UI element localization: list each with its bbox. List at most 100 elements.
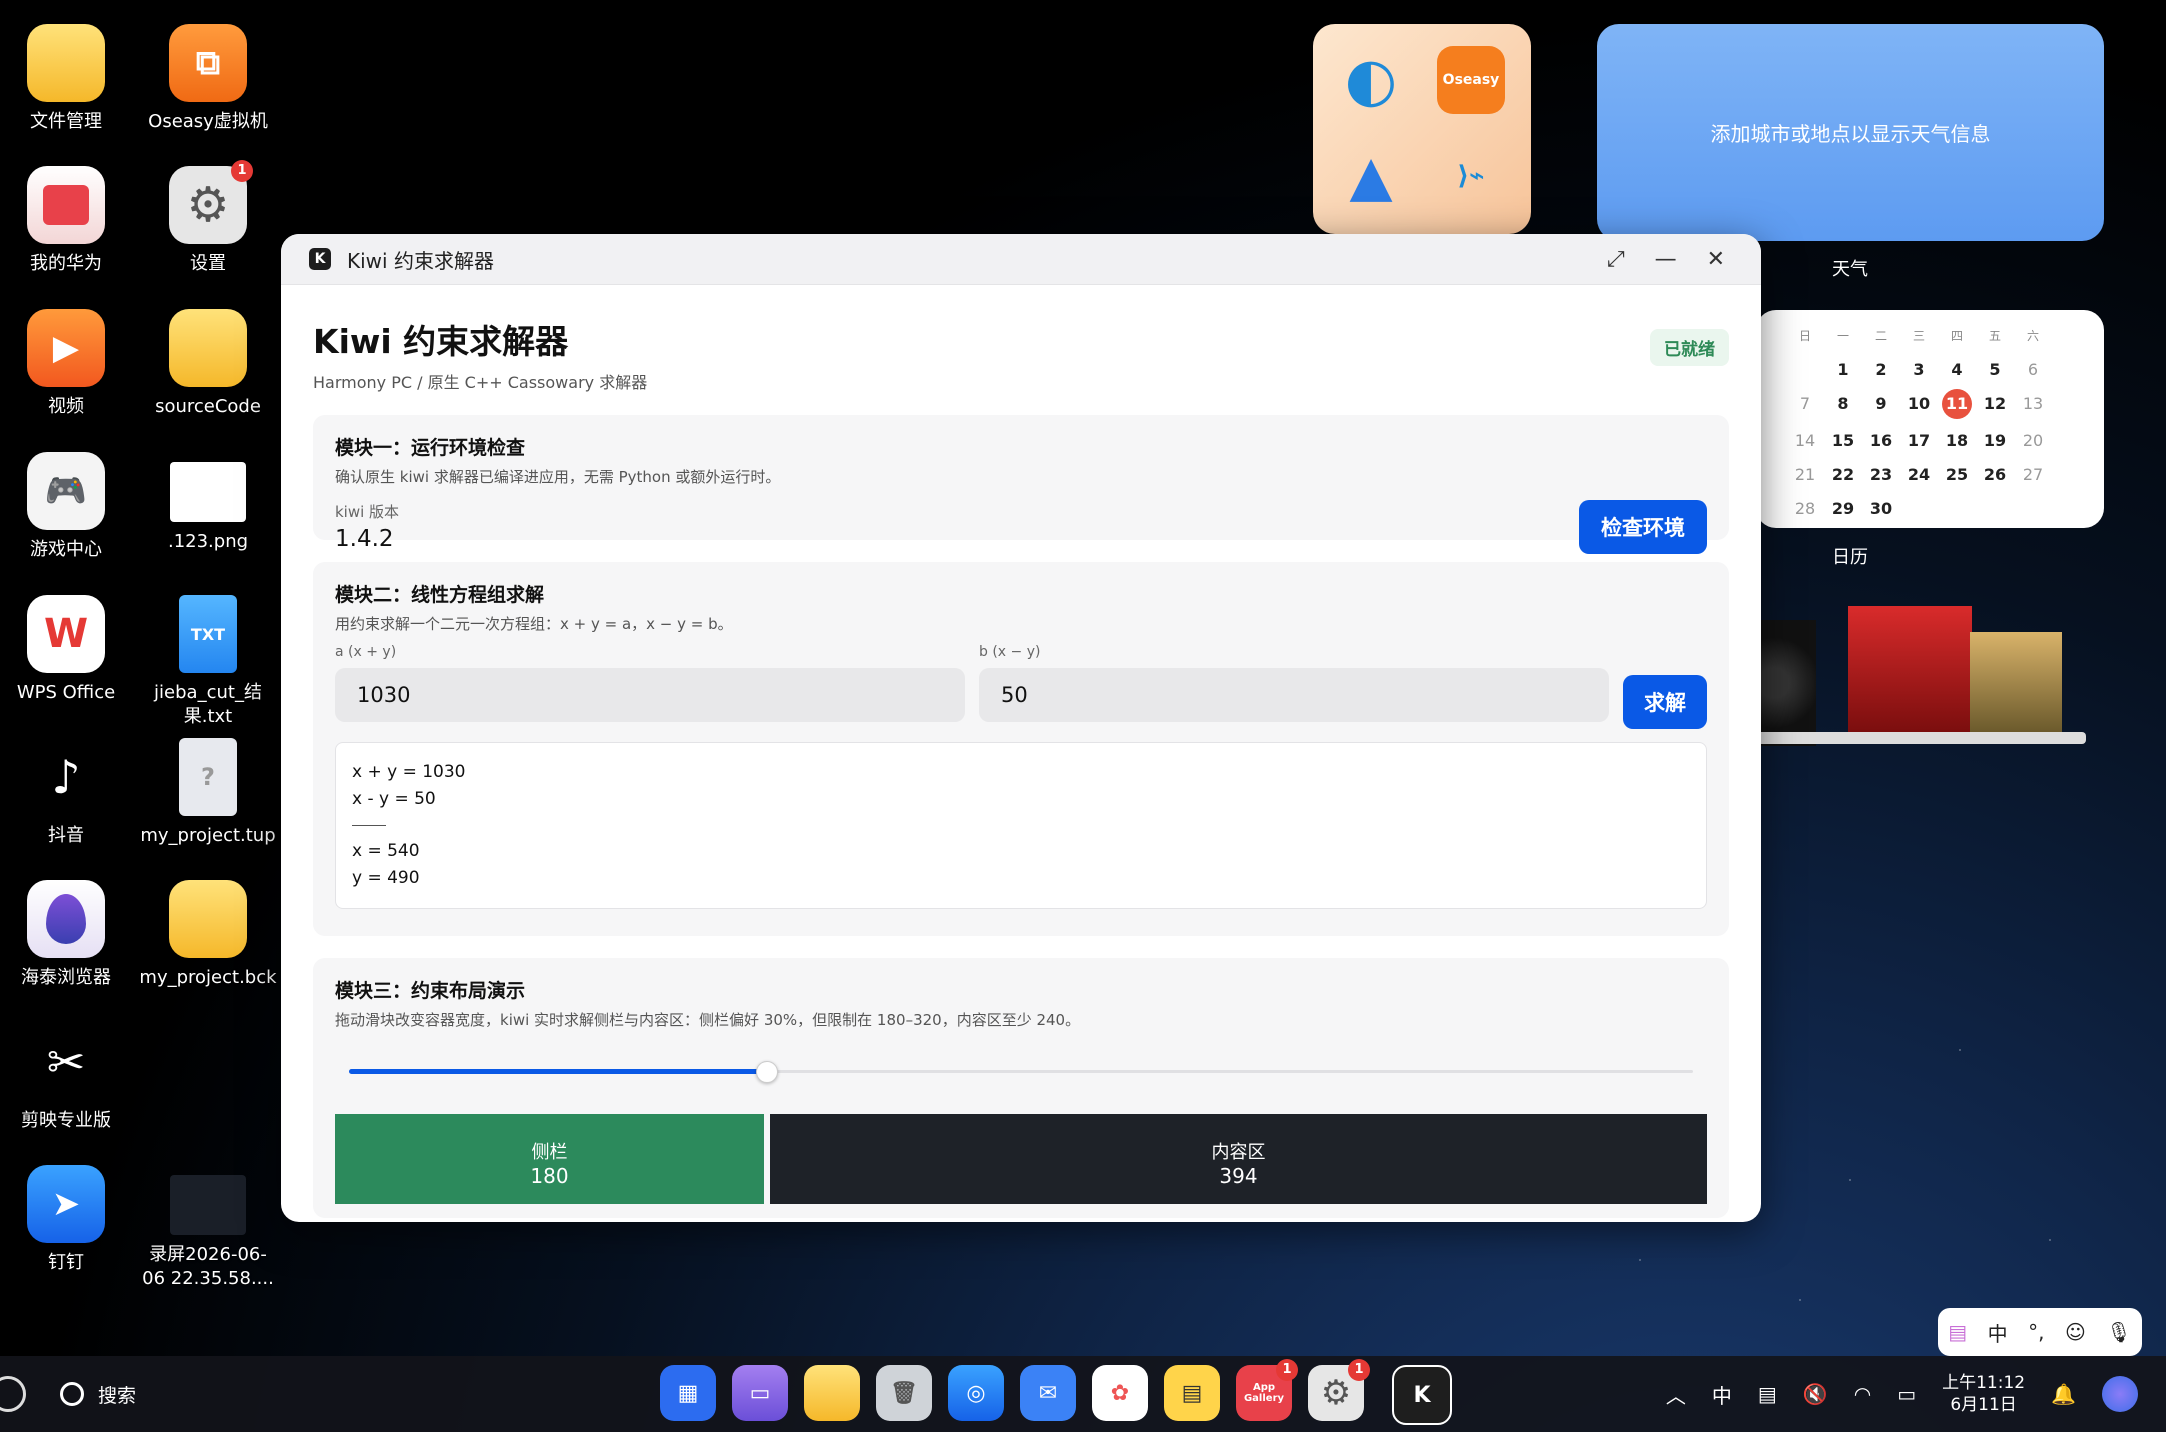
calendar-day[interactable]: 5 [1976,358,2014,382]
dock-kiwi-app[interactable]: K [1392,1365,1452,1425]
tray-ime-indicator[interactable]: 中 [1712,1380,1732,1409]
calendar-day[interactable]: 2 [1862,358,1900,382]
calendar-day[interactable]: 20 [2014,429,2052,453]
close-icon[interactable]: ✕ [1707,247,1725,272]
dock-mail[interactable]: ✉ [1020,1365,1076,1421]
calendar-day[interactable]: 7 [1786,392,1824,416]
calendar-day[interactable]: 13 [2014,392,2052,416]
calendar-day[interactable]: 9 [1862,392,1900,416]
minimize-icon[interactable]: — [1655,247,1677,272]
calendar-day[interactable]: 4 [1938,358,1976,382]
start-button[interactable] [0,1376,26,1412]
calendar-day[interactable]: 1 [1824,358,1862,382]
notification-bell-icon[interactable]: 🔔 [2051,1382,2076,1406]
triangle-app-icon[interactable]: ▲ [1337,142,1405,210]
calendar-day[interactable]: 12 [1976,392,2014,416]
album-cover-2[interactable] [1970,632,2062,732]
desktop-icon-game-center[interactable]: 🎮 游戏中心 [0,452,136,562]
calendar-day[interactable]: 16 [1862,429,1900,453]
calendar-day[interactable]: 3 [1900,358,1938,382]
calendar-day[interactable]: 22 [1824,463,1862,487]
a-input-field[interactable]: 1030 [335,668,965,722]
vscode-wechat-icon[interactable]: ⟩⌁ [1437,142,1505,210]
taskbar-search[interactable]: 搜索 [60,1381,136,1408]
desktop-icon-oseasy-vm[interactable]: ⧉ Oseasy虚拟机 [138,24,278,134]
dock-trash[interactable]: 🗑 [876,1365,932,1421]
calendar-day[interactable]: 10 [1900,392,1938,416]
dock-gallery[interactable]: ✿ [1092,1365,1148,1421]
dock-settings[interactable]: ⚙ 1 [1308,1359,1370,1421]
music-widget[interactable] [1756,606,2086,782]
desktop-icon-my-project-bck[interactable]: my_project.bck [138,880,278,990]
calendar-day[interactable]: 18 [1938,429,1976,453]
calendar-day[interactable]: 30 [1862,497,1900,521]
desktop-icon-wps-office[interactable]: W WPS Office [0,595,136,705]
calendar-day[interactable]: 29 [1824,497,1862,521]
chevron-up-icon[interactable]: ︿ [1666,1380,1686,1409]
desktop-icon-video[interactable]: ▶ 视频 [0,309,136,419]
oseasy-app-icon[interactable]: Oseasy [1437,46,1505,114]
ime-clipboard-icon[interactable]: ▤ [1948,1320,1967,1344]
desktop-icon-haitai-browser[interactable]: 海泰浏览器 [0,880,136,990]
calendar-widget[interactable]: 日一二三四五六 1 2 3 4 5 6 7 8 9 10 11 12 13 14 15 16 17 18 19 20 21… [1756,310,2104,528]
solution-y: y = 490 [352,868,420,888]
dock-multitask[interactable]: ▭ [732,1365,788,1421]
calendar-day[interactable]: 11 [1942,389,1972,419]
calendar-day[interactable]: 26 [1976,463,2014,487]
desktop-icon-douyin[interactable]: ♪ 抖音 [0,738,136,848]
calendar-day[interactable]: 24 [1900,463,1938,487]
calendar-day[interactable]: 23 [1862,463,1900,487]
ime-chinese-toggle[interactable]: 中 [1988,1318,2008,1347]
calendar-day[interactable]: 6 [2014,358,2052,382]
calendar-day[interactable]: 27 [2014,463,2052,487]
ime-punctuation-toggle[interactable]: °, [2028,1320,2044,1344]
calendar-day[interactable]: 8 [1824,392,1862,416]
desktop-icon-settings[interactable]: ⚙ 1 设置 [138,160,278,276]
desktop-icon-sourcecode[interactable]: sourceCode [138,309,278,419]
dock-app-gallery[interactable]: App Gallery 1 [1236,1359,1298,1421]
assistant-orb-icon[interactable] [2102,1376,2138,1412]
dock-browser[interactable]: ◎ [948,1365,1004,1421]
check-environment-button[interactable]: 检查环境 [1579,500,1707,554]
calendar-day[interactable]: 15 [1824,429,1862,453]
calendar-day[interactable]: 14 [1786,429,1824,453]
desktop-icon-123-png[interactable]: .123.png [138,452,278,554]
solve-button[interactable]: 求解 [1623,675,1707,729]
desktop-icon-screen-recording[interactable]: 录屏2026-06-06 22.35.58.... [138,1165,278,1291]
clock[interactable]: 上午11:12 6月11日 [1942,1372,2025,1416]
clipboard-icon[interactable]: ▤ [1758,1382,1777,1406]
vinyl-record-icon [1756,620,1816,746]
folder-icon [27,24,105,102]
edge-browser-icon[interactable]: ◐ [1337,45,1405,115]
calendar-day[interactable]: 28 [1786,497,1824,521]
desktop-icon-file-manager[interactable]: 文件管理 [0,24,136,134]
desktop-icon-jieba-txt[interactable]: TXT jieba_cut_结果.txt [138,595,278,729]
desktop-icon-my-huawei[interactable]: 我的华为 [0,166,136,276]
window-titlebar[interactable]: K Kiwi 约束求解器 ⤢ — ✕ [281,234,1761,285]
maximize-icon[interactable]: ⤢ [1607,247,1625,272]
dock-app-launcher[interactable]: ▦ [660,1365,716,1421]
microphone-icon[interactable]: 🎙 [2106,1320,2131,1344]
desktop-icon-dingtalk[interactable]: ➤ 钉钉 [0,1165,136,1275]
calendar-day[interactable]: 17 [1900,429,1938,453]
volume-muted-icon[interactable]: 🔇 [1803,1382,1828,1406]
app-folder-widget[interactable]: ◐ Oseasy ▲ ⟩⌁ [1313,24,1531,234]
desktop-icon-my-project-tup[interactable]: ? my_project.tup [138,738,278,848]
calendar-day[interactable]: 25 [1938,463,1976,487]
battery-icon[interactable]: ▭ [1897,1382,1916,1406]
kiwi-app-window[interactable]: K Kiwi 约束求解器 ⤢ — ✕ Kiwi 约束求解器 Harmony PC… [281,234,1761,1222]
dock-file-manager[interactable] [804,1365,860,1421]
emoji-icon[interactable]: ☺ [2065,1320,2086,1344]
wifi-icon[interactable]: ◠ [1854,1382,1871,1406]
dock-notes[interactable]: ▤ [1164,1365,1220,1421]
weather-widget[interactable]: 添加城市或地点以显示天气信息 [1597,24,2104,241]
calendar-day[interactable]: 19 [1976,429,2014,453]
album-cover-1[interactable] [1848,606,1972,732]
slider-thumb[interactable] [755,1061,778,1083]
ime-toolbar[interactable]: ▤ 中 °, ☺ 🎙 [1938,1308,2142,1356]
width-slider[interactable] [335,1056,1707,1086]
desktop-icon-jianying[interactable]: ✂ 剪映专业版 [0,1023,136,1133]
result-divider [352,825,386,826]
calendar-day[interactable]: 21 [1786,463,1824,487]
b-input-field[interactable]: 50 [979,668,1609,722]
